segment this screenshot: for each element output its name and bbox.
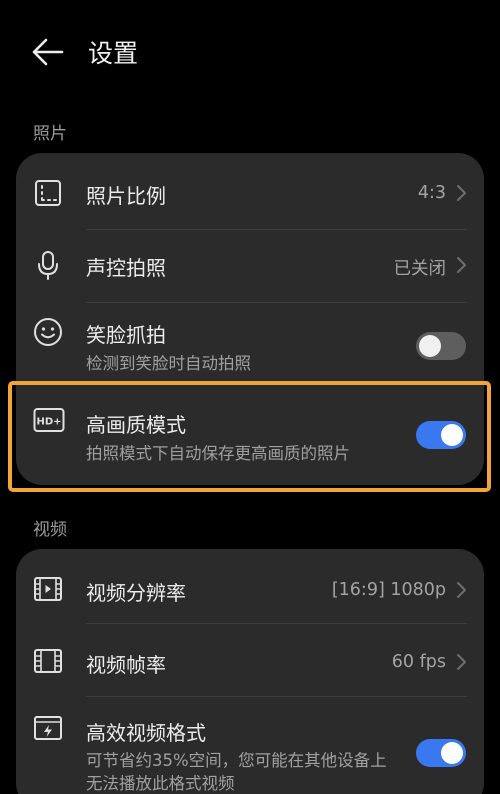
setting-label: 视频帧率	[86, 653, 166, 677]
efficient-video-format-toggle[interactable]	[416, 739, 466, 767]
setting-efficient-video-format: 高效视频格式 可节省约35%空间，您可能在其他设备上无法播放此格式视频	[16, 697, 484, 794]
aspect-ratio-icon	[35, 180, 61, 206]
back-arrow-icon[interactable]	[30, 36, 66, 68]
setting-label: 照片比例	[86, 184, 166, 208]
microphone-icon	[38, 251, 58, 280]
setting-value: 4:3	[417, 183, 446, 203]
setting-value: [16:9] 1080p	[331, 580, 446, 600]
section-label-video: 视频	[33, 520, 67, 540]
chevron-right-icon	[457, 582, 466, 598]
setting-label: 笑脸抓拍	[86, 323, 166, 347]
toggle-knob	[419, 335, 441, 357]
chevron-right-icon	[457, 654, 466, 670]
setting-label: 高效视频格式	[86, 721, 206, 745]
setting-value: 60 fps	[391, 652, 446, 672]
page-title: 设置	[88, 39, 139, 68]
video-settings-card: 视频分辨率 [16:9] 1080p 视频帧率 60 fps 高效视频格式 可节…	[16, 549, 484, 794]
setting-smile-capture: 笑脸抓拍 检测到笑脸时自动拍照	[16, 303, 484, 379]
setting-video-frame-rate[interactable]: 视频帧率 60 fps	[16, 624, 484, 696]
setting-label: 声控拍照	[86, 256, 166, 280]
section-label-photo: 照片	[33, 124, 67, 144]
chevron-right-icon	[457, 257, 466, 273]
setting-subtitle: 检测到笑脸时自动拍照	[86, 354, 251, 373]
header: 设置	[0, 0, 500, 104]
film-strip-icon	[34, 649, 62, 673]
setting-value: 已关闭	[393, 259, 447, 279]
smile-face-icon	[34, 318, 62, 346]
setting-voice-capture[interactable]: 声控拍照 已关闭	[16, 230, 484, 302]
efficient-video-icon	[34, 716, 62, 740]
setting-subtitle: 可节省约35%空间，您可能在其他设备上无法播放此格式视频	[86, 751, 387, 793]
setting-photo-ratio[interactable]: 照片比例 4:3	[16, 153, 484, 229]
setting-label: 视频分辨率	[86, 581, 186, 605]
smile-capture-toggle[interactable]	[416, 332, 466, 360]
chevron-right-icon	[457, 185, 466, 201]
highlight-frame	[8, 381, 491, 492]
video-resolution-icon	[34, 577, 62, 601]
toggle-knob	[441, 742, 463, 764]
setting-video-resolution[interactable]: 视频分辨率 [16:9] 1080p	[16, 549, 484, 623]
